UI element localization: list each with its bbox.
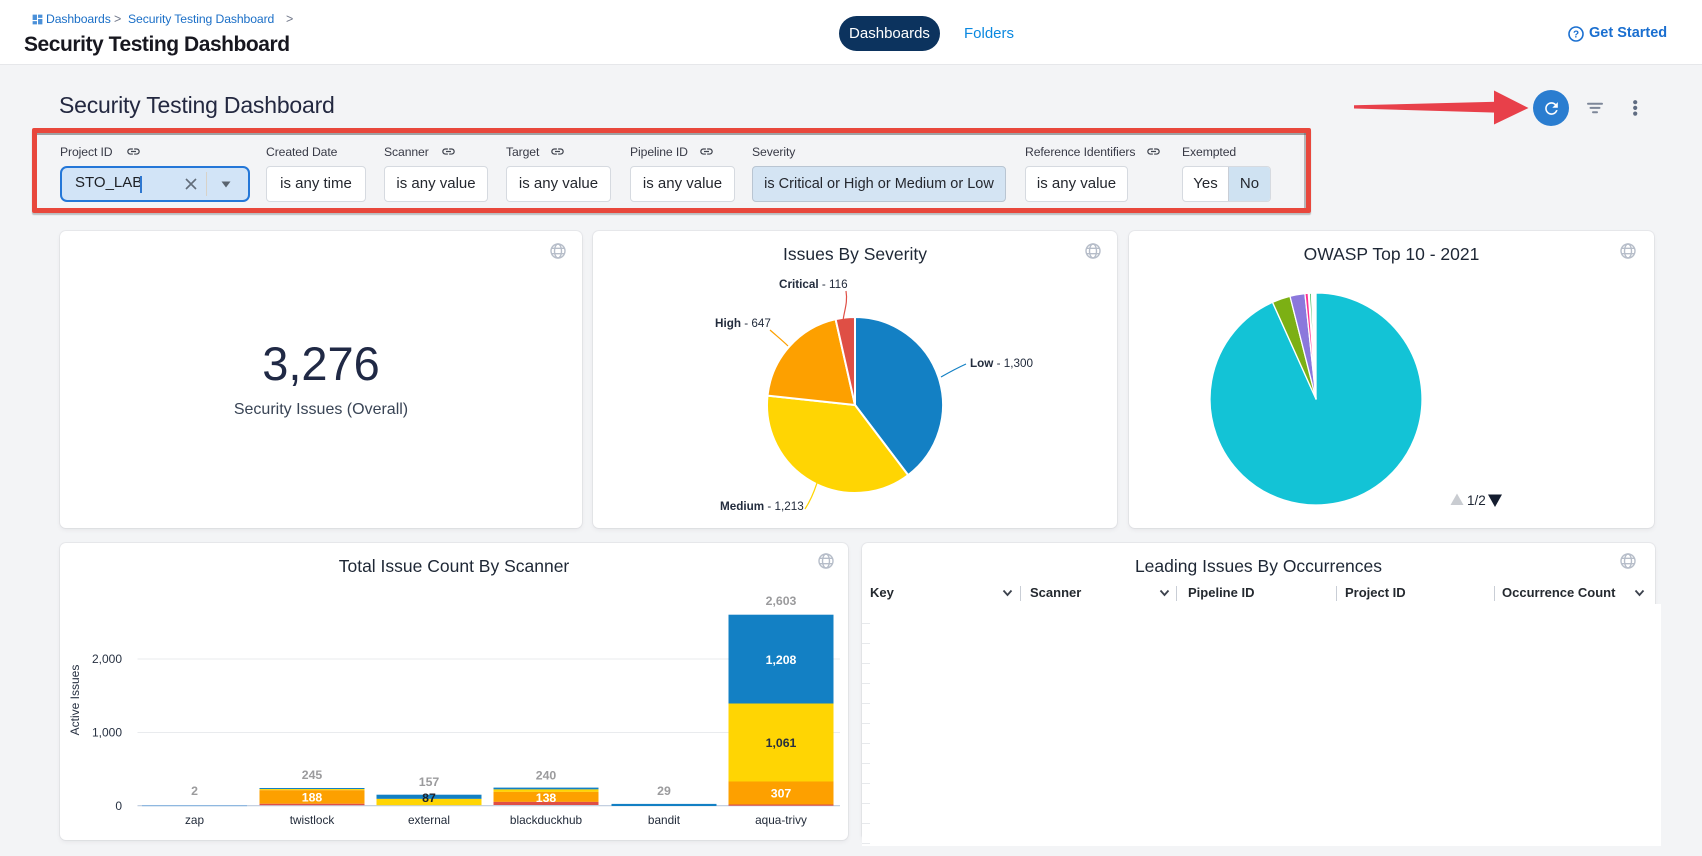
- svg-text:2,000: 2,000: [92, 652, 122, 666]
- svg-text:1/2: 1/2: [1467, 493, 1486, 508]
- svg-text:blackduckhub: blackduckhub: [510, 813, 583, 827]
- svg-text:Low - 1,300: Low - 1,300: [970, 357, 1034, 370]
- svg-text:external: external: [408, 813, 450, 827]
- svg-text:307: 307: [771, 787, 792, 801]
- svg-text:245: 245: [302, 768, 323, 782]
- svg-text:Active Issues: Active Issues: [68, 665, 82, 736]
- svg-text:240: 240: [536, 769, 557, 783]
- svg-text:0: 0: [115, 799, 122, 813]
- svg-text:1,000: 1,000: [92, 726, 122, 740]
- svg-text:157: 157: [419, 775, 440, 789]
- svg-text:twistlock: twistlock: [290, 813, 335, 827]
- svg-text:87: 87: [422, 791, 436, 805]
- svg-text:2,603: 2,603: [766, 594, 797, 608]
- svg-text:Critical - 116: Critical - 116: [779, 278, 848, 291]
- svg-text:zap: zap: [185, 813, 204, 827]
- svg-text:1,061: 1,061: [766, 736, 797, 750]
- svg-text:aqua-trivy: aqua-trivy: [755, 813, 807, 827]
- svg-text:188: 188: [302, 791, 323, 805]
- svg-text:High - 647: High - 647: [715, 317, 771, 330]
- svg-text:29: 29: [657, 784, 671, 798]
- svg-text:Medium - 1,213: Medium - 1,213: [720, 500, 804, 513]
- svg-text:?: ?: [1573, 30, 1579, 41]
- svg-text:138: 138: [536, 791, 557, 805]
- svg-text:1,208: 1,208: [766, 653, 797, 667]
- svg-text:2: 2: [191, 784, 198, 798]
- svg-text:bandit: bandit: [648, 813, 681, 827]
